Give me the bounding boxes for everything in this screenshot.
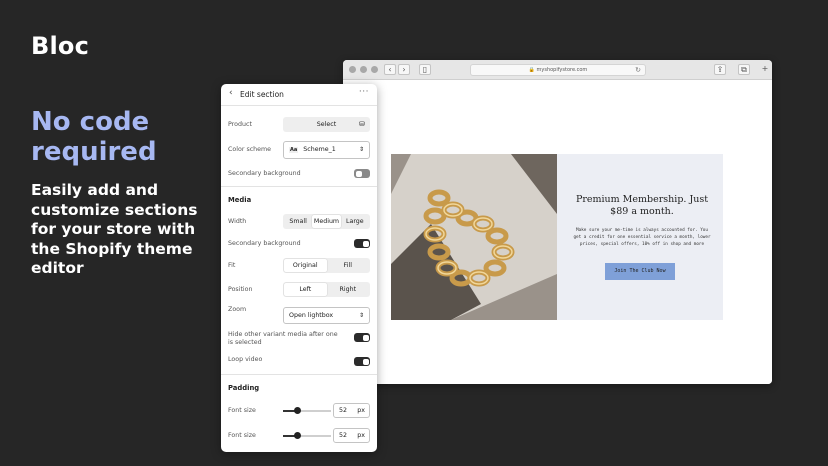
database-icon: ⛁ <box>359 120 365 128</box>
new-tab-icon[interactable]: + <box>759 64 771 75</box>
jewelry-photo <box>391 154 557 320</box>
product-label: Product <box>228 121 252 128</box>
position-option-right[interactable]: Right <box>327 283 370 296</box>
zoom-label: Zoom <box>228 306 247 313</box>
loop-video-toggle[interactable] <box>354 357 370 366</box>
product-select-value: Select <box>316 121 337 128</box>
share-icon[interactable]: ⇪ <box>714 64 726 75</box>
brand-logo: Bloc <box>31 32 90 60</box>
fit-label: Fit <box>228 262 236 269</box>
headline: No code required <box>31 107 157 167</box>
loop-video-label: Loop video <box>228 356 263 363</box>
secondary-background-toggle[interactable] <box>354 169 370 178</box>
chevron-updown-icon: ⇕ <box>358 146 364 153</box>
font-size-label: Font size <box>228 432 256 439</box>
tabs-icon[interactable]: ⧉ <box>738 64 750 75</box>
product-setting: Product Select ⛁ <box>228 116 370 134</box>
browser-toolbar: ‹ › ▯ 🔒 myshopifystore.com ↻ ⇪ ⧉ + <box>343 60 772 80</box>
fit-setting: Fit Original Fill <box>228 257 370 274</box>
font-size-input[interactable]: 52 px <box>333 403 370 418</box>
font-size-label: Font size <box>228 407 256 414</box>
divider <box>221 186 377 187</box>
fit-segmented-control: Original Fill <box>283 258 370 273</box>
width-option-small[interactable]: Small <box>284 215 312 228</box>
font-size-unit: px <box>357 407 365 414</box>
width-setting: Width Small Medium Large <box>228 213 370 230</box>
font-size-unit: px <box>357 432 365 439</box>
position-option-left[interactable]: Left <box>284 283 327 296</box>
chevron-updown-icon: ⇕ <box>358 312 364 319</box>
fit-option-original[interactable]: Original <box>284 259 327 272</box>
window-close-dot[interactable] <box>349 66 356 73</box>
back-arrow-icon[interactable]: ‹ <box>384 64 396 75</box>
sidebar-toggle-icon[interactable]: ▯ <box>419 64 431 75</box>
font-size-value: 52 <box>339 432 348 439</box>
media-section-title: Media <box>228 196 252 204</box>
hide-variant-media-label: Hide other variant media after one is se… <box>228 331 338 346</box>
width-label: Width <box>228 218 247 225</box>
zoom-select[interactable]: Open lightbox ⇕ <box>283 307 370 324</box>
font-size-slider-knob[interactable] <box>293 432 301 439</box>
panel-title: Edit section <box>240 90 284 99</box>
color-scheme-badge: Aa <box>289 147 299 153</box>
fit-option-fill[interactable]: Fill <box>327 259 370 272</box>
store-page: Premium Membership. Just $89 a month. Ma… <box>343 80 772 384</box>
divider <box>221 374 377 375</box>
join-club-button[interactable]: Join The Club Now <box>605 263 675 280</box>
toggle-knob <box>362 334 369 341</box>
secondary-background-setting: Secondary background <box>228 168 370 180</box>
edit-section-panel: ‹ Edit section ··· Product Select ⛁ Colo… <box>221 84 377 452</box>
panel-header: ‹ Edit section ··· <box>221 84 377 106</box>
more-options-icon[interactable]: ··· <box>359 87 369 97</box>
zoom-setting: Zoom Open lightbox ⇕ <box>228 305 370 325</box>
hero-title: Premium Membership. Just $89 a month. <box>575 194 709 217</box>
subheadline: Easily add and customize sections for yo… <box>31 181 198 277</box>
address-bar[interactable]: 🔒 myshopifystore.com ↻ <box>470 64 646 76</box>
media-secondary-background-label: Secondary background <box>228 240 301 247</box>
media-secondary-background-setting: Secondary background <box>228 238 370 250</box>
width-segmented-control: Small Medium Large <box>283 214 370 229</box>
loop-video-setting: Loop video <box>228 356 370 368</box>
browser-window: ‹ › ▯ 🔒 myshopifystore.com ↻ ⇪ ⧉ + Premi… <box>343 60 772 384</box>
toggle-knob <box>362 240 369 247</box>
membership-section: Premium Membership. Just $89 a month. Ma… <box>391 154 723 320</box>
product-select[interactable]: Select ⛁ <box>283 117 370 132</box>
padding-font-size-row-1: Font size 52 px <box>228 402 370 420</box>
position-segmented-control: Left Right <box>283 282 370 297</box>
chevron-left-icon[interactable]: ‹ <box>229 88 233 98</box>
font-size-slider-knob[interactable] <box>293 407 301 414</box>
hide-variant-media-setting: Hide other variant media after one is se… <box>228 331 370 349</box>
toggle-knob <box>355 170 362 177</box>
position-setting: Position Left Right <box>228 281 370 298</box>
color-scheme-setting: Color scheme Aa Scheme_1 ⇕ <box>228 140 370 160</box>
media-secondary-background-toggle[interactable] <box>354 239 370 248</box>
forward-arrow-icon[interactable]: › <box>398 64 410 75</box>
padding-font-size-row-2: Font size 52 px <box>228 427 370 445</box>
width-option-large[interactable]: Large <box>341 215 369 228</box>
hide-variant-media-toggle[interactable] <box>354 333 370 342</box>
color-scheme-value: Scheme_1 <box>303 146 336 153</box>
secondary-background-label: Secondary background <box>228 170 301 177</box>
lock-icon: 🔒 <box>528 67 535 73</box>
position-label: Position <box>228 286 253 293</box>
hero-body: Make sure your me-time is always account… <box>573 228 711 247</box>
reload-icon[interactable]: ↻ <box>635 65 641 75</box>
color-scheme-select[interactable]: Aa Scheme_1 ⇕ <box>283 141 370 159</box>
width-option-medium[interactable]: Medium <box>312 215 341 228</box>
window-minimize-dot[interactable] <box>360 66 367 73</box>
toggle-knob <box>362 358 369 365</box>
url-text: myshopifystore.com <box>536 67 588 73</box>
padding-section-title: Padding <box>228 384 260 392</box>
font-size-input[interactable]: 52 px <box>333 428 370 443</box>
font-size-value: 52 <box>339 407 348 414</box>
zoom-select-value: Open lightbox <box>289 312 334 319</box>
color-scheme-label: Color scheme <box>228 146 272 153</box>
window-zoom-dot[interactable] <box>371 66 378 73</box>
